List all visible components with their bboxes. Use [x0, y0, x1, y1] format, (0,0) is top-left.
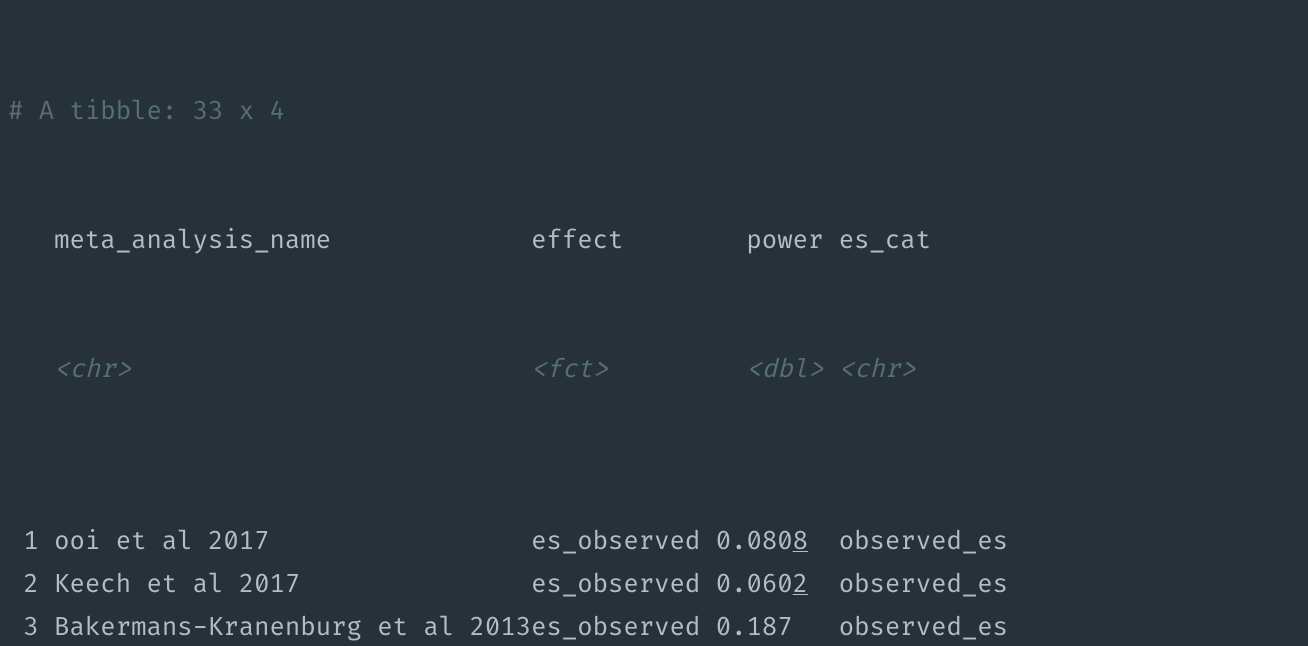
col-header-effect: effect — [531, 219, 716, 262]
cell-es-cat: observed_es — [839, 520, 1008, 563]
cell-effect: es_observed — [531, 520, 716, 563]
col-header-escat: es_cat — [839, 219, 931, 262]
table-row: 3 Bakermans-Kranenburg et al 2013es_obse… — [8, 606, 1300, 646]
row-number: 2 — [8, 563, 39, 606]
tibble-dim-header: # A tibble: 33 x 4 — [8, 90, 1300, 133]
cell-es-cat: observed_es — [839, 606, 1008, 646]
cell-effect: es_observed — [531, 606, 716, 646]
table-row: 1 ooi et al 2017 es_observed 0.0808 obse… — [8, 520, 1300, 563]
sig-digit-underline: 8 — [793, 526, 808, 557]
col-type-effect: <fct> — [531, 348, 716, 391]
cell-meta-analysis-name: ooi et al 2017 — [54, 520, 531, 563]
cell-effect: es_observed — [531, 563, 716, 606]
cell-power: 0.0808 — [716, 520, 824, 563]
tibble-rows: 1 ooi et al 2017 es_observed 0.0808 obse… — [8, 520, 1300, 646]
r-console-output: # A tibble: 33 x 4 meta_analysis_nameeff… — [0, 0, 1308, 646]
col-type-name: <chr> — [54, 348, 531, 391]
col-type-escat: <chr> — [839, 348, 916, 391]
col-type-power: <dbl> — [716, 348, 839, 391]
cell-power: 0.187 — [716, 606, 824, 646]
cell-meta-analysis-name: Keech et al 2017 — [54, 563, 531, 606]
cell-power: 0.0602 — [716, 563, 824, 606]
row-number: 1 — [8, 520, 39, 563]
table-row: 2 Keech et al 2017 es_observed 0.0602 ob… — [8, 563, 1300, 606]
col-header-name: meta_analysis_name — [54, 219, 531, 262]
column-header-row: meta_analysis_nameeffectpoweres_cat — [8, 219, 1300, 262]
column-type-row: <chr><fct><dbl><chr> — [8, 348, 1300, 391]
row-number: 3 — [8, 606, 39, 646]
sig-digit-underline: 2 — [793, 569, 808, 600]
cell-meta-analysis-name: Bakermans-Kranenburg et al 2013 — [54, 606, 531, 646]
cell-es-cat: observed_es — [839, 563, 1008, 606]
col-header-power: power — [716, 219, 839, 262]
